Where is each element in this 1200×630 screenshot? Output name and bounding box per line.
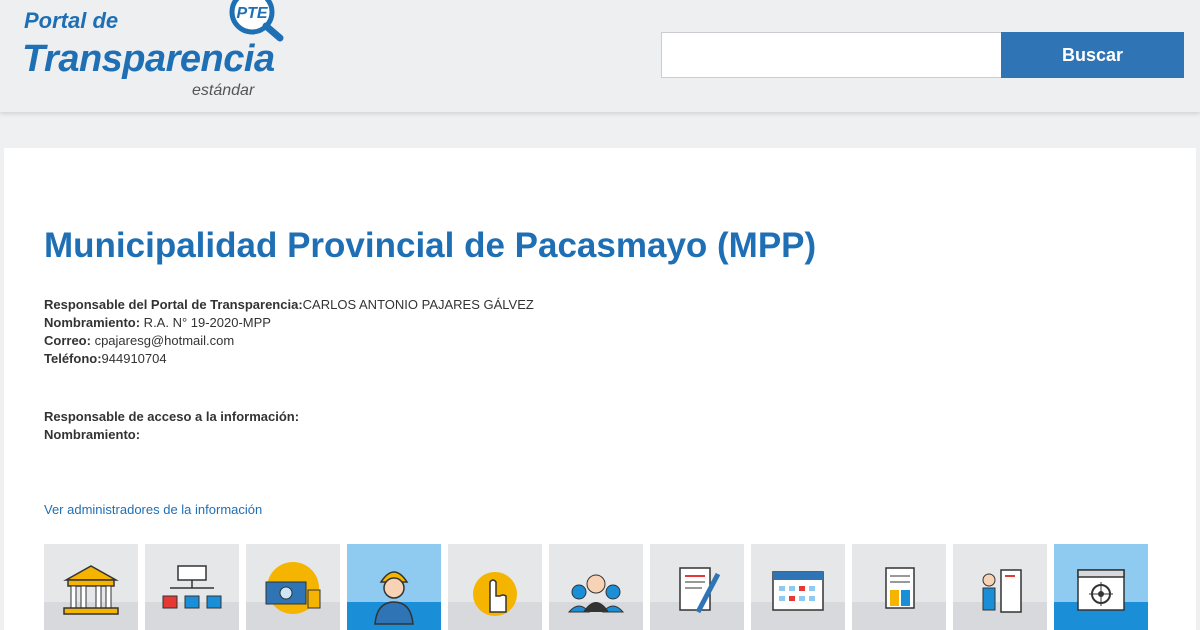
acceso-label: Responsable de acceso a la información: <box>44 409 300 424</box>
nombramiento-row: Nombramiento: R.A. N° 19-2020-MPP <box>44 314 534 332</box>
telefono-row: Teléfono:944910704 <box>44 350 534 368</box>
document-sign-icon <box>679 567 721 614</box>
admin-link[interactable]: Ver administradores de la información <box>44 502 262 517</box>
hand-pointer-icon <box>473 572 517 616</box>
tile-documents[interactable] <box>852 544 946 630</box>
responsable-value: CARLOS ANTONIO PAJARES GÁLVEZ <box>302 297 534 312</box>
tile-worker[interactable] <box>347 544 441 630</box>
correo-row: Correo: cpajaresg@hotmail.com <box>44 332 534 350</box>
telefono-value: 944910704 <box>101 351 167 366</box>
page-title: Municipalidad Provincial de Pacasmayo (M… <box>44 226 817 265</box>
worker-icon <box>374 571 414 625</box>
category-tiles <box>44 544 1148 630</box>
nombramiento-value: R.A. N° 19-2020-MPP <box>140 315 271 330</box>
correo-value: cpajaresg@hotmail.com <box>90 333 235 348</box>
org-chart-icon <box>162 565 222 609</box>
logo-line3: estándar <box>192 82 255 99</box>
tile-budget[interactable] <box>246 544 340 630</box>
acceso-info: Responsable de acceso a la información: … <box>44 408 299 444</box>
site-header: Portal de PTE Transparencia estándar Bus… <box>0 0 1200 112</box>
tile-exit[interactable] <box>953 544 1047 630</box>
budget-money-icon <box>265 562 321 614</box>
documents-icon <box>885 567 915 609</box>
acceso-nombramiento-label: Nombramiento: <box>44 427 141 442</box>
tile-calendar[interactable] <box>751 544 845 630</box>
portal-logo[interactable]: Portal de PTE Transparencia estándar <box>22 0 292 105</box>
entity-card: Municipalidad Provincial de Pacasmayo (M… <box>4 148 1196 630</box>
target-window-icon <box>1077 569 1125 611</box>
responsable-row: Responsable del Portal de Transparencia:… <box>44 296 534 314</box>
tile-government[interactable] <box>44 544 138 630</box>
search-input[interactable] <box>661 32 1002 78</box>
logo-badge: PTE <box>236 5 268 22</box>
responsable-info: Responsable del Portal de Transparencia:… <box>44 296 534 368</box>
correo-label: Correo: <box>44 333 91 348</box>
tile-org-chart[interactable] <box>145 544 239 630</box>
tile-target[interactable] <box>1054 544 1148 630</box>
responsable-label: Responsable del Portal de Transparencia: <box>44 297 303 312</box>
government-building-icon <box>63 565 119 615</box>
logo-line2: Transparencia <box>22 38 275 80</box>
tile-people[interactable] <box>549 544 643 630</box>
search-button[interactable]: Buscar <box>1001 32 1184 78</box>
tile-hand[interactable] <box>448 544 542 630</box>
tile-sign[interactable] <box>650 544 744 630</box>
people-group-icon <box>567 574 625 613</box>
logo-line1: Portal de <box>24 8 119 33</box>
nombramiento-label: Nombramiento: <box>44 315 141 330</box>
telefono-label: Teléfono: <box>44 351 102 366</box>
person-exit-icon <box>982 569 1022 613</box>
calendar-icon <box>772 571 824 611</box>
